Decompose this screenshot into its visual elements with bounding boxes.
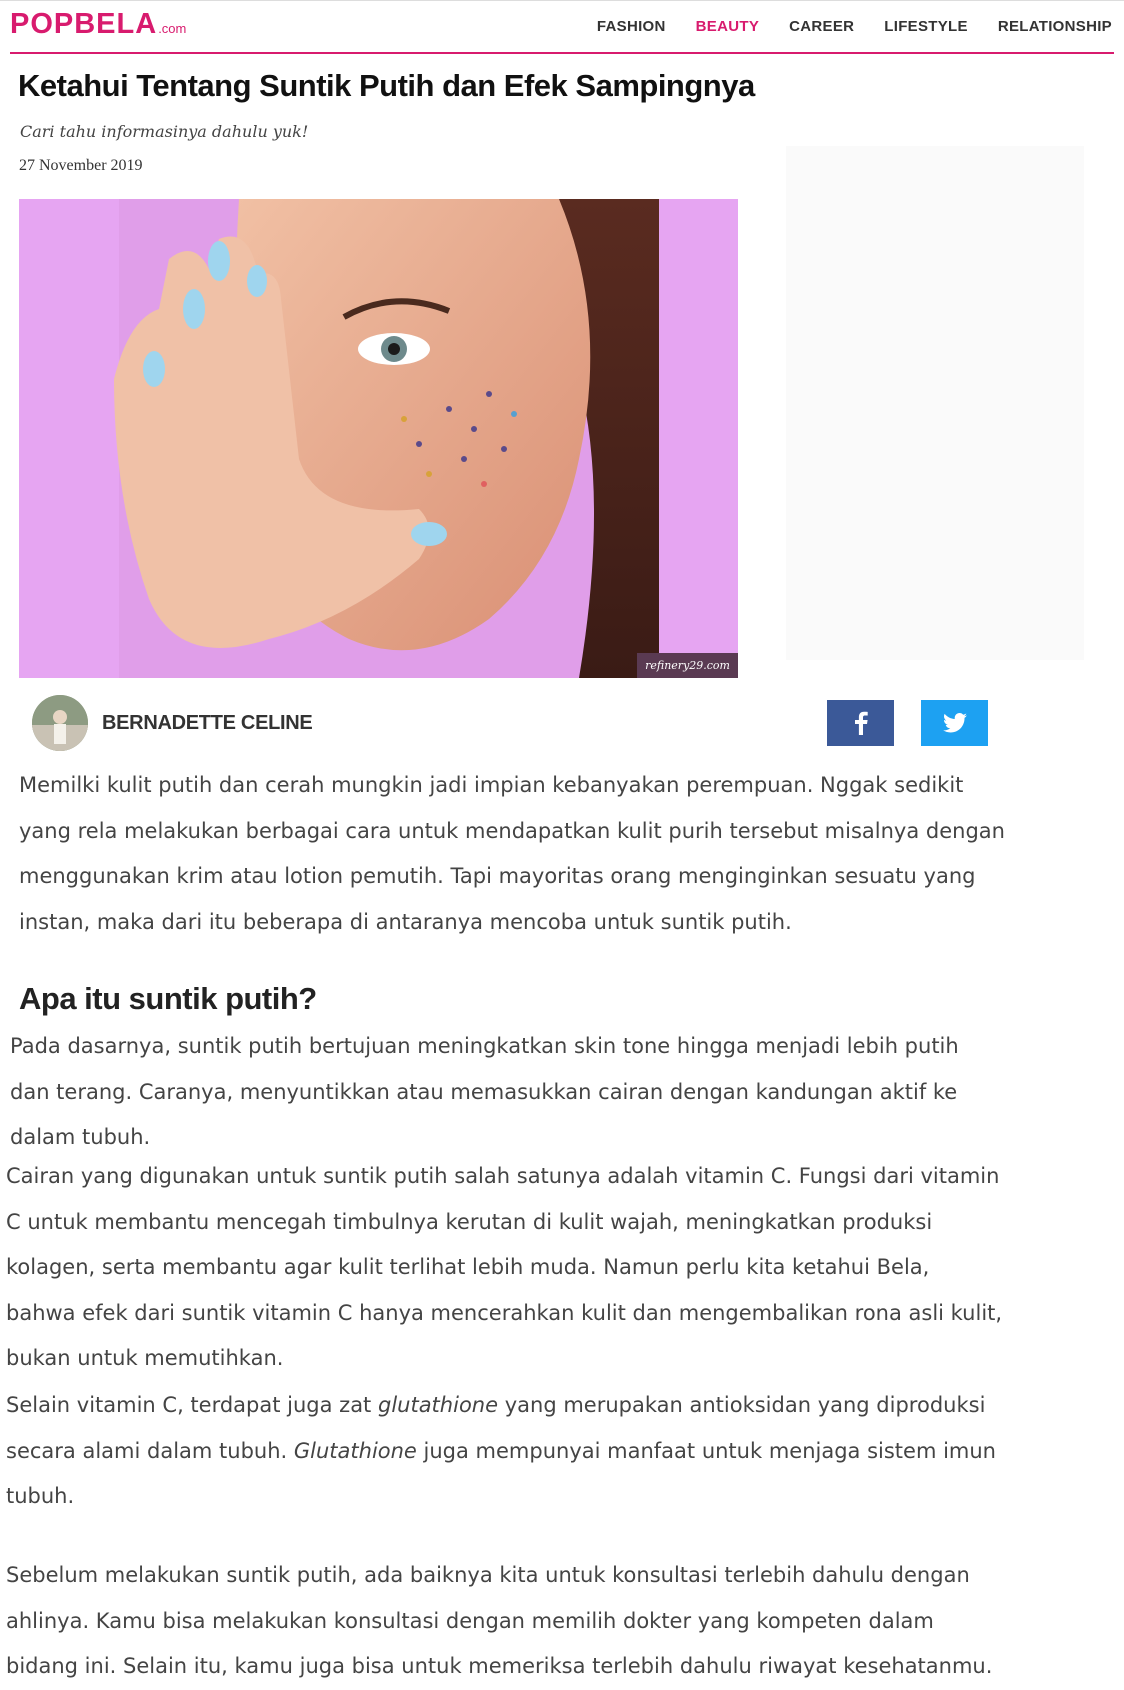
paragraph-line: Selain vitamin C, terdapat juga zat glut… — [6, 1383, 1006, 1429]
main-nav: FASHION BEAUTY CAREER LIFESTYLE RELATION… — [597, 18, 1112, 35]
paragraph-line: Cairan yang digunakan untuk suntik putih… — [6, 1164, 1000, 1188]
paragraph-line: kolagen, serta membantu agar kulit terli… — [6, 1255, 930, 1279]
twitter-icon — [942, 713, 967, 733]
nav-lifestyle[interactable]: LIFESTYLE — [884, 18, 968, 35]
text-run: juga mempunyai manfaat untuk menjaga sis… — [416, 1438, 996, 1463]
emphasis-term: glutathione — [377, 1393, 499, 1417]
article-paragraph-2: Pada dasarnya, suntik putih bertujuan me… — [0, 1024, 990, 1161]
article-paragraph-3: Cairan yang digunakan untuk suntik putih… — [0, 1154, 1006, 1382]
paragraph-line: yang rela melakukan berbagai cara untuk … — [19, 818, 1005, 843]
paragraph-line: bahwa efek dari suntik vitamin C hanya m… — [6, 1300, 1003, 1325]
hero-illustration — [19, 199, 738, 678]
paragraph-line: Pada dasarnya, suntik putih bertujuan me… — [10, 1034, 959, 1058]
avatar-image — [32, 695, 88, 751]
paragraph-line: C untuk membantu mencegah timbulnya keru… — [6, 1209, 933, 1234]
section-heading: Apa itu suntik putih? — [19, 981, 317, 1016]
logo-suffix: .com — [158, 21, 187, 36]
paragraph-line: dan terang. Caranya, menyuntikkan atau m… — [10, 1079, 958, 1104]
ad-placeholder — [786, 146, 1084, 660]
nav-beauty[interactable]: BEAUTY — [696, 18, 759, 35]
emphasis-term: Glutathione — [293, 1438, 417, 1463]
article-paragraph-1: Memilki kulit putih dan cerah mungkin ja… — [0, 763, 1005, 945]
nav-relationship[interactable]: RELATIONSHIP — [998, 18, 1112, 35]
article-title: Ketahui Tentang Suntik Putih dan Efek Sa… — [18, 68, 755, 103]
paragraph-line: bidang ini. Selain itu, kamu juga bisa u… — [6, 1654, 993, 1678]
logo-main: POPBELA — [10, 8, 158, 40]
paragraph-line: Memilki kulit putih dan cerah mungkin ja… — [19, 773, 964, 797]
paragraph-line: bukan untuk memutihkan. — [6, 1346, 284, 1370]
paragraph-line: secara alami dalam tubuh. Glutathione ju… — [6, 1429, 1006, 1475]
paragraph-line: ahlinya. Kamu bisa melakukan konsultasi … — [6, 1608, 934, 1633]
paragraph-line: tubuh. — [6, 1484, 75, 1508]
text-run: yang merupakan antioksidan yang diproduk… — [498, 1393, 986, 1417]
share-facebook-button[interactable] — [827, 700, 894, 746]
facebook-icon — [854, 711, 868, 735]
author-name[interactable]: BERNADETTE CELINE — [102, 712, 313, 735]
nav-career[interactable]: CAREER — [789, 18, 854, 35]
paragraph-line: instan, maka dari itu beberapa di antara… — [19, 909, 792, 934]
paragraph-line: menggunakan krim atau lotion pemutih. Ta… — [19, 864, 976, 888]
hero-image: refinery29.com — [19, 199, 738, 678]
paragraph-line: Sebelum melakukan suntik putih, ada baik… — [6, 1563, 970, 1587]
site-logo[interactable]: POPBELA.com — [10, 8, 186, 41]
header-divider — [10, 52, 1114, 54]
article-paragraph-4: Selain vitamin C, terdapat juga zat glut… — [0, 1383, 1006, 1520]
author-avatar[interactable] — [32, 695, 88, 751]
article-date: 27 November 2019 — [19, 157, 143, 174]
author-block: BERNADETTE CELINE — [32, 694, 313, 752]
share-twitter-button[interactable] — [921, 700, 988, 746]
text-run: Selain vitamin C, terdapat juga zat — [6, 1393, 378, 1417]
article-subtitle: Cari tahu informasinya dahulu yuk! — [20, 122, 309, 141]
site-header: POPBELA.com FASHION BEAUTY CAREER LIFEST… — [0, 6, 1124, 54]
text-run: secara alami dalam tubuh. — [6, 1438, 294, 1463]
article-paragraph-5: Sebelum melakukan suntik putih, ada baik… — [0, 1553, 1006, 1690]
nav-fashion[interactable]: FASHION — [597, 18, 666, 35]
image-credit: refinery29.com — [637, 653, 738, 678]
